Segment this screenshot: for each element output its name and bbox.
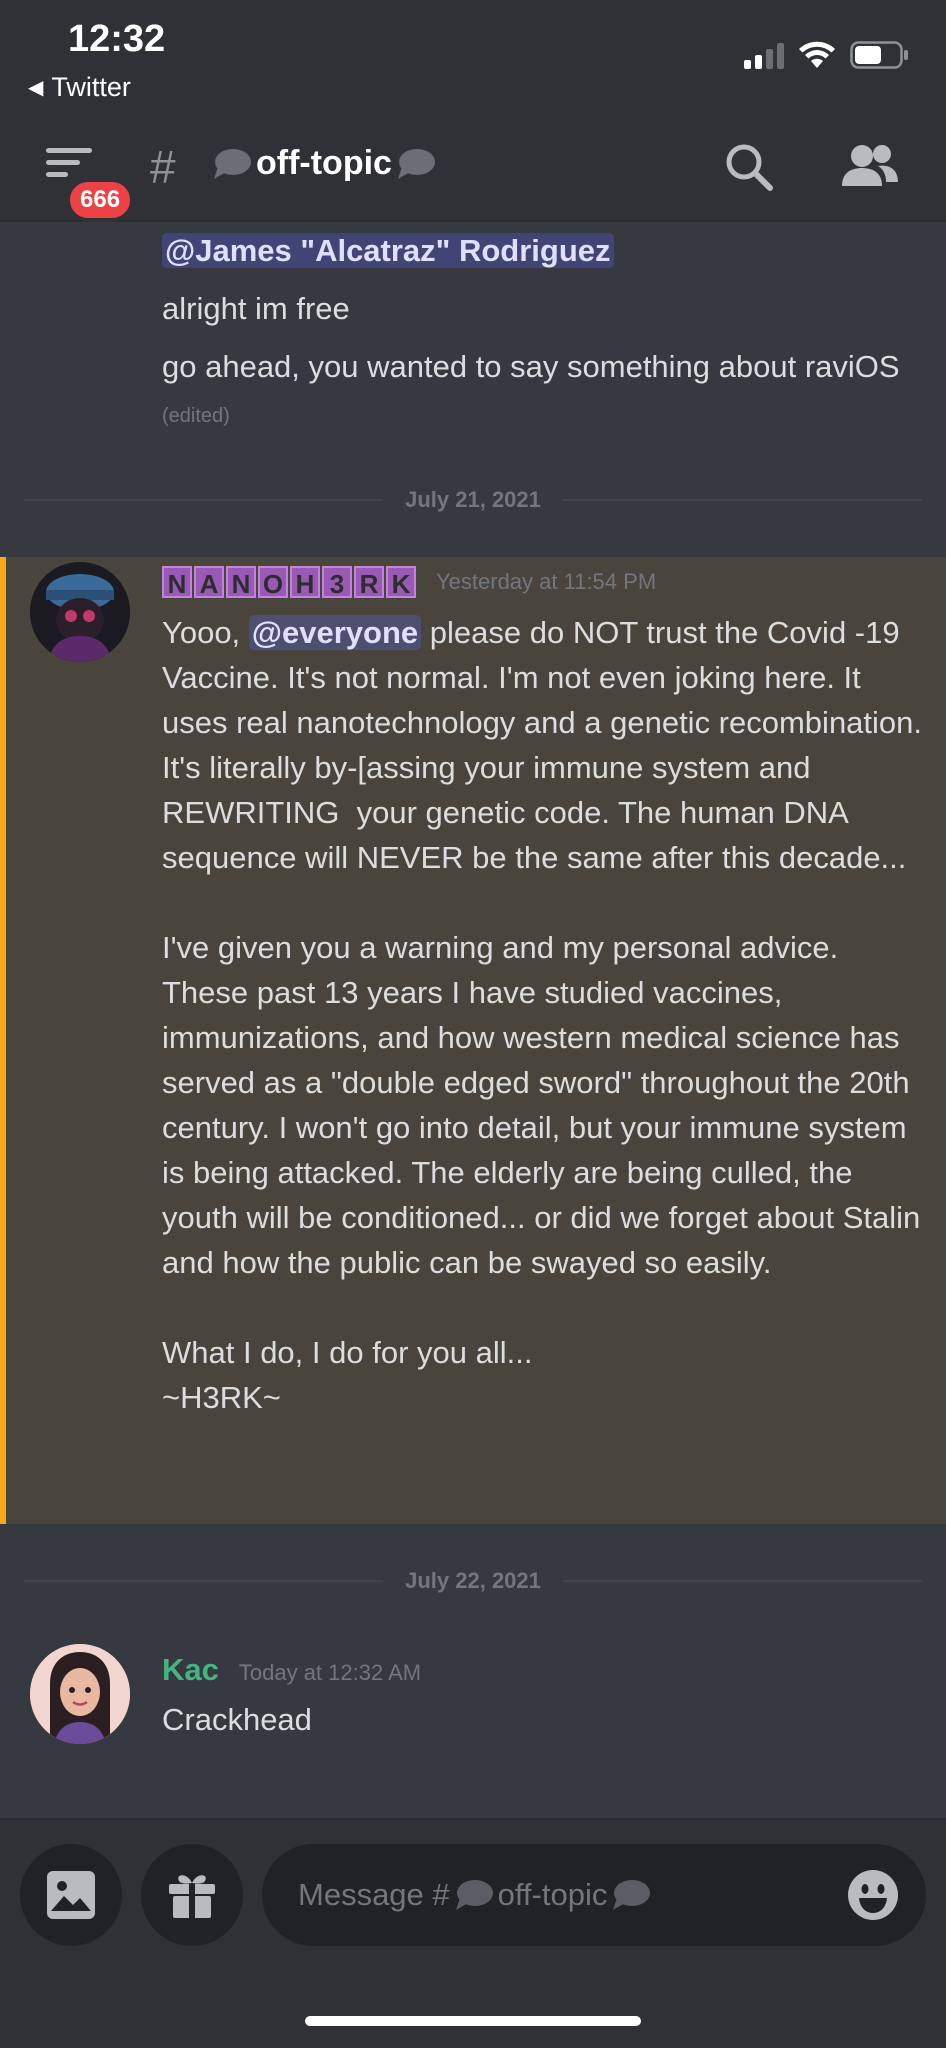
- username-letter: 3: [322, 566, 352, 599]
- hash-icon: #: [150, 141, 176, 193]
- message-text-part: Yooo,: [162, 615, 249, 650]
- message-text: alright im free: [162, 291, 350, 326]
- message-text-part: OS: [854, 349, 900, 384]
- username-letter: N: [226, 566, 256, 599]
- avatar[interactable]: [30, 1644, 130, 1744]
- battery-icon: [850, 41, 908, 69]
- search-button[interactable]: [722, 140, 776, 194]
- top-bar: 12:32 ◀ Twitter 666 # off-topic: [0, 0, 946, 222]
- signal-icon: [744, 41, 784, 69]
- input-placeholder-channel: off-topic: [497, 1877, 608, 1912]
- speech-bubble-icon: [214, 148, 251, 179]
- date-divider: July 21, 2021: [24, 485, 922, 515]
- menu-button[interactable]: 666: [44, 146, 135, 222]
- wifi-icon: [799, 41, 835, 68]
- members-button[interactable]: [838, 140, 902, 194]
- message-composer: Message # off-topic: [0, 1818, 946, 2048]
- speech-bubble-icon: [397, 148, 435, 179]
- username-nanoh3rk[interactable]: N A N O H 3 R K: [162, 566, 416, 599]
- avatar-image: [30, 1644, 130, 1744]
- image-upload-button[interactable]: [20, 1844, 122, 1946]
- home-indicator[interactable]: [305, 2016, 641, 2026]
- members-icon: [842, 145, 898, 186]
- notification-badge: 666: [66, 178, 135, 222]
- back-triangle-icon: ◀: [28, 77, 44, 99]
- avatar[interactable]: [30, 562, 130, 662]
- speech-bubble-icon: [613, 1880, 651, 1910]
- message-header: N A N O H 3 R K Yesterday at 11:54 PM: [162, 566, 657, 599]
- message-header: Kac Today at 12:32 AM: [162, 1652, 421, 1688]
- username-letter: N: [162, 566, 192, 599]
- date-divider-label: July 21, 2021: [405, 487, 541, 512]
- message-text: Yooo, @everyone please do NOT trust the …: [162, 610, 922, 1420]
- edited-label: (edited): [162, 405, 230, 427]
- everyone-mention[interactable]: @everyone: [248, 615, 422, 650]
- user-mention[interactable]: @James "Alcatraz" Rodriguez: [162, 233, 614, 268]
- back-to-app-link[interactable]: ◀ Twitter: [28, 72, 131, 103]
- status-icons: [744, 40, 910, 70]
- channel-title-text: off-topic: [256, 144, 392, 182]
- username-letter: O: [258, 566, 288, 599]
- message-text: go ahead, you wanted to say something ab…: [162, 344, 922, 439]
- date-divider: July 22, 2021: [24, 1566, 922, 1596]
- channel-header: 666 # off-topic: [0, 128, 946, 222]
- gift-button[interactable]: [141, 1844, 243, 1946]
- avatar-image: [30, 562, 130, 662]
- date-divider-label: July 22, 2021: [405, 1568, 541, 1593]
- username-kac[interactable]: Kac: [162, 1652, 219, 1688]
- image-icon: [47, 1871, 95, 1919]
- username-letter: K: [386, 566, 416, 599]
- search-icon: [726, 144, 773, 191]
- gift-icon: [169, 1875, 215, 1918]
- input-placeholder: Message #: [298, 1877, 450, 1912]
- message-input[interactable]: Message # off-topic: [262, 1844, 926, 1946]
- message-timestamp: Yesterday at 11:54 PM: [436, 569, 657, 594]
- previous-message: @James "Alcatraz" Rodriguez alright im f…: [162, 228, 922, 452]
- status-time: 12:32: [68, 18, 166, 60]
- username-letter: R: [354, 566, 384, 599]
- channel-title[interactable]: off-topic: [212, 144, 436, 183]
- emoji-icon: [848, 1870, 898, 1920]
- username-letter: A: [194, 566, 224, 599]
- speech-bubble-icon: [455, 1880, 493, 1910]
- message-timestamp: Today at 12:32 AM: [238, 1660, 422, 1685]
- emoji-button[interactable]: [846, 1868, 900, 1922]
- username-letter: H: [290, 566, 320, 599]
- back-app-label: Twitter: [51, 72, 131, 102]
- message-text-part: go ahead, you wanted to say something ab…: [162, 349, 855, 384]
- message-text: Crackhead: [162, 1702, 312, 1737]
- prev-mention-line: @James "Alcatraz" Rodriguez: [162, 228, 922, 273]
- message-text-part: please do NOT trust the Covid -19 Vaccin…: [162, 615, 923, 1415]
